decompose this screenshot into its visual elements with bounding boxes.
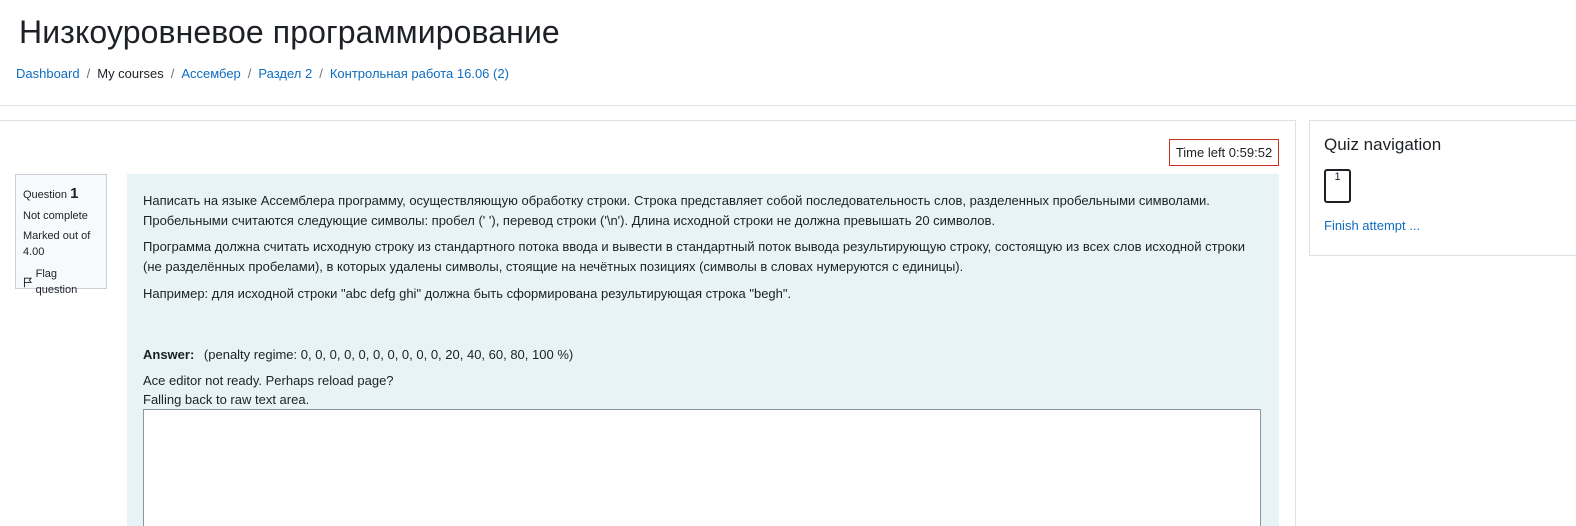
time-left-timer: Time left 0:59:52	[1169, 139, 1279, 166]
quiz-navigation-title: Quiz navigation	[1324, 135, 1442, 154]
page-header: Низкоуровневое программирование Dashboar…	[0, 0, 1576, 106]
question-text-paragraph: Например: для исходной строки "abc defg …	[143, 285, 792, 301]
question-formulation: Написать на языке Ассемблера программу, …	[127, 174, 1279, 526]
quiz-nav-question-number: 1	[1334, 171, 1341, 183]
breadcrumb-section[interactable]: Раздел 2	[258, 66, 312, 81]
breadcrumb-quiz[interactable]: Контрольная работа 16.06 (2)	[330, 66, 509, 81]
breadcrumb-separator: /	[319, 66, 323, 81]
question-text-paragraph: Программа должна считать исходную строку…	[143, 239, 1245, 275]
answer-label: Answer:	[143, 347, 195, 362]
question-text-paragraph: Написать на языке Ассемблера программу, …	[143, 193, 1210, 229]
breadcrumb-separator: /	[247, 66, 252, 81]
breadcrumb-course[interactable]: Ассембер	[181, 66, 240, 81]
question-number: 1	[70, 185, 79, 202]
quiz-nav-question-1-button[interactable]: 1	[1324, 169, 1351, 203]
question-status: Not complete	[23, 209, 88, 222]
breadcrumb-separator: /	[86, 66, 91, 81]
breadcrumb-dashboard[interactable]: Dashboard	[16, 66, 80, 81]
breadcrumb: Dashboard / My courses / Ассембер / Раздел 2 / К…	[16, 66, 509, 81]
breadcrumb-separator: /	[170, 66, 175, 81]
timer-label: Time left	[1175, 145, 1226, 160]
answer-textarea[interactable]	[143, 409, 1261, 526]
page-title: Низкоуровневое программирование	[19, 14, 560, 50]
question-grade: Marked out of 4.00	[23, 229, 91, 258]
question-info: Question 1 Not complete Marked out of 4.…	[15, 174, 107, 296]
quiz-navigation-block: Quiz navigation 1 Finish attempt ...	[1309, 120, 1576, 256]
question-label: Question	[23, 189, 68, 201]
penalty-regime: (penalty regime: 0, 0, 0, 0, 0, 0, 0, 0,…	[203, 347, 574, 362]
breadcrumb-my-courses: My courses	[97, 66, 164, 81]
flag-question-button[interactable]: Flag question	[23, 267, 99, 299]
finish-attempt-link[interactable]: Finish attempt ...	[1324, 218, 1420, 233]
fallback-text: Falling back to raw text area.	[143, 392, 310, 407]
ace-editor-message: Ace editor not ready. Perhaps reload pag…	[143, 371, 394, 409]
flag-icon	[23, 277, 33, 288]
timer-value: 0:59:52	[1228, 145, 1273, 160]
ace-not-ready-text: Ace editor not ready. Perhaps reload pag…	[143, 373, 394, 388]
answer-header: Answer: (penalty regime: 0, 0, 0, 0, 0, …	[143, 345, 573, 365]
flag-question-label: Flag question	[35, 267, 78, 296]
